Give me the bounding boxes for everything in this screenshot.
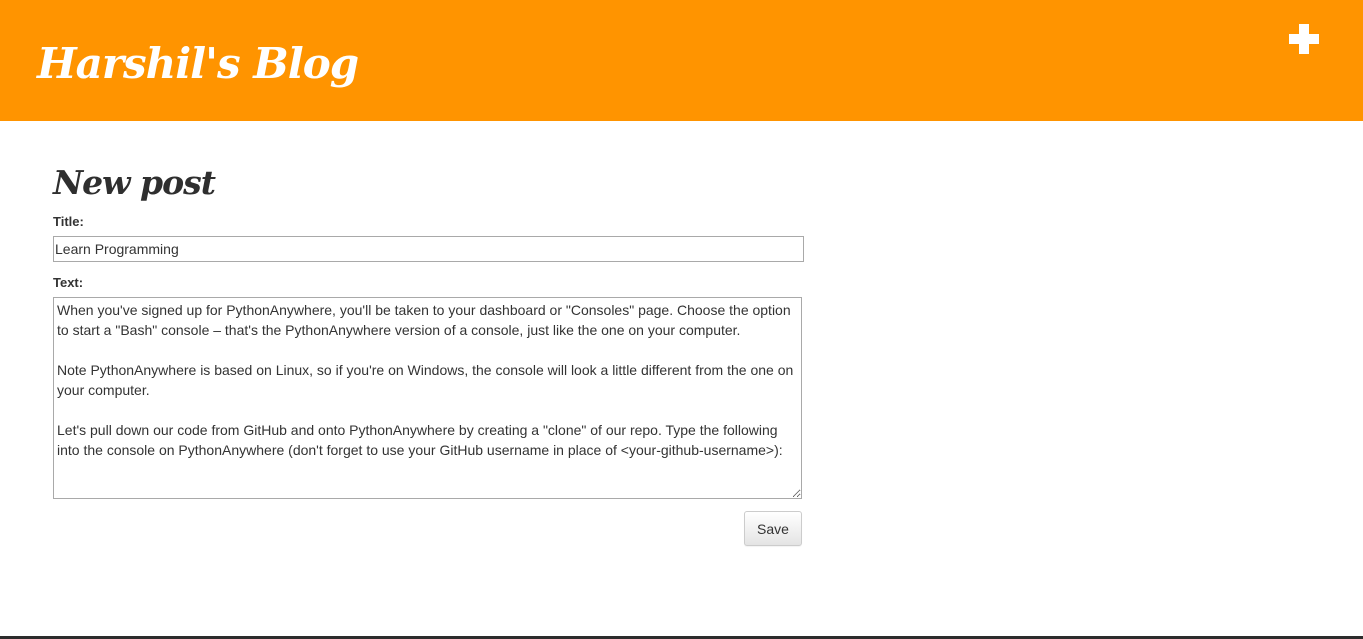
- text-label: Text:: [53, 275, 84, 290]
- site-title-link[interactable]: Harshil's Blog: [37, 34, 359, 94]
- page-header: Harshil's Blog: [0, 0, 1363, 121]
- page-title: New post: [53, 163, 216, 202]
- title-input[interactable]: [53, 236, 804, 262]
- title-label: Title:: [53, 214, 84, 229]
- add-post-button[interactable]: [1286, 22, 1322, 56]
- text-input[interactable]: When you've signed up for PythonAnywhere…: [53, 297, 802, 499]
- save-button[interactable]: Save: [744, 511, 802, 546]
- plus-icon: [1289, 24, 1319, 54]
